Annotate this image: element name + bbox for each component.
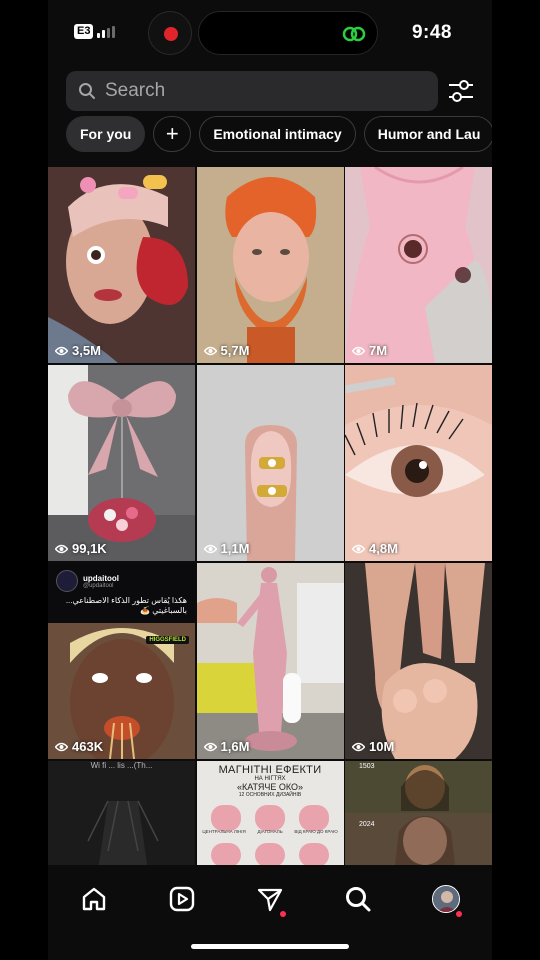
carrier-badge: E3 <box>74 24 94 39</box>
chip-humor[interactable]: Humor and Lau <box>363 116 492 152</box>
view-count-label: 463K <box>72 739 104 754</box>
grid-tile[interactable]: МАГНІТНІ ЕФЕКТИ НА НІГТЯХ «КАТЯЧЕ ОКО» 1… <box>196 761 344 865</box>
grid-tile[interactable]: Wi fi ... lis ...(Th... <box>48 761 195 865</box>
view-count: 4,8M <box>352 541 398 556</box>
threads-icon <box>342 26 366 42</box>
grid-tile[interactable]: 4,8M <box>345 365 492 561</box>
year-label: 1503 <box>359 763 375 770</box>
view-count: 1,6M <box>203 739 250 754</box>
view-count: 3,5M <box>55 343 101 358</box>
search-icon <box>346 887 371 912</box>
view-count-label: 1,6M <box>220 739 250 754</box>
send-icon <box>257 888 283 912</box>
filter-button[interactable] <box>444 74 478 108</box>
chip-for-you[interactable]: For you <box>66 116 146 152</box>
grid-tile[interactable]: updaitool @updaitool هكذا يُقاس تطور الذ… <box>48 563 195 759</box>
thumbnail-image <box>345 365 492 561</box>
add-topic-button[interactable]: + <box>153 116 192 152</box>
eye-icon <box>55 346 68 355</box>
thumbnail-image <box>48 365 195 561</box>
search-icon <box>79 83 95 99</box>
infographic-label: ВІД КРАЮ ДО КРАЮ <box>294 829 338 834</box>
thumbnail-image <box>345 167 492 363</box>
nav-reels[interactable] <box>162 879 202 919</box>
view-count-label: 99,1K <box>72 541 107 556</box>
sliders-icon <box>449 80 473 102</box>
grid-tile[interactable]: 10M <box>345 563 492 759</box>
avatar <box>432 885 460 913</box>
notification-dot <box>280 911 286 917</box>
thumbnail-image <box>48 761 195 865</box>
avatar <box>56 570 78 592</box>
view-count-label: 7M <box>369 343 388 358</box>
grid-tile[interactable]: 99,1K <box>48 365 195 561</box>
topic-chips: For you + Emotional intimacy Humor and L… <box>66 116 492 152</box>
thumbnail-image <box>196 365 344 561</box>
eye-icon <box>352 346 365 355</box>
search-input[interactable] <box>105 80 405 102</box>
eye-icon <box>352 544 365 553</box>
grid-tile[interactable]: 7M <box>345 167 492 363</box>
view-count: 463K <box>55 739 103 754</box>
screen-recording-icon[interactable] <box>148 11 192 55</box>
eye-icon <box>203 346 217 355</box>
bottom-nav <box>48 866 492 960</box>
view-count: 7M <box>352 343 387 358</box>
explore-grid: 3,5M 5,7M 7M 99,1K 1,1M 4,8M updaitool @… <box>48 167 492 865</box>
eye-icon <box>203 742 217 751</box>
view-count: 10M <box>352 739 394 754</box>
carrier-indicator: E3 <box>74 24 116 39</box>
phone-screen: E3 9:48 For you + <box>48 0 492 960</box>
signal-icon <box>97 25 116 38</box>
thumbnail-image <box>196 167 344 363</box>
view-count-label: 10M <box>369 739 395 754</box>
infographic-label: ДІАГОНАЛЬ <box>257 829 283 834</box>
view-count: 5,7M <box>203 343 250 358</box>
grid-tile[interactable]: 1503 2024 <box>345 761 492 865</box>
grid-tile[interactable]: 1,6M <box>196 563 344 759</box>
nav-messages[interactable] <box>250 879 290 919</box>
post-text: هكذا يُقاس تطور الذكاء الاصطناعي... بالس… <box>65 596 187 615</box>
post-tag: HIGGSFIELD <box>146 636 189 644</box>
eye-icon <box>55 742 68 751</box>
post-handle: @updaitool <box>83 582 114 589</box>
grid-tile[interactable]: 5,7M <box>196 167 344 363</box>
video-caption: Wi fi ... lis ...(Th... <box>90 761 153 770</box>
view-count-label: 1,1M <box>220 541 250 556</box>
thumbnail-image <box>196 563 344 759</box>
dynamic-island <box>198 11 378 55</box>
clock: 9:48 <box>411 22 452 43</box>
infographic-label: ЦЕНТРАЛЬНА ЛІНІЯ <box>202 829 246 834</box>
status-bar: E3 9:48 <box>48 0 492 66</box>
chip-emotional-intimacy[interactable]: Emotional intimacy <box>199 116 356 152</box>
thumbnail-image <box>48 167 195 363</box>
nav-profile[interactable] <box>426 879 466 919</box>
view-count-label: 5,7M <box>220 343 250 358</box>
nail-samples <box>210 805 329 865</box>
notification-dot <box>456 911 462 917</box>
home-indicator[interactable] <box>191 944 349 949</box>
eye-icon <box>352 742 365 751</box>
view-count: 99,1K <box>55 541 107 556</box>
nav-search[interactable] <box>338 879 378 919</box>
thumbnail-image <box>345 563 492 759</box>
year-label: 2024 <box>359 821 375 828</box>
thumbnail-image <box>345 761 492 865</box>
eye-icon <box>203 544 217 553</box>
view-count-label: 4,8M <box>369 541 398 556</box>
post-overlay: updaitool @updaitool هكذا يُقاس تطور الذ… <box>48 563 195 623</box>
search-bar[interactable] <box>66 71 438 111</box>
eye-icon <box>55 544 68 553</box>
view-count-label: 3,5M <box>72 343 101 358</box>
view-count: 1,1M <box>203 541 250 556</box>
home-icon <box>82 887 106 911</box>
nav-home[interactable] <box>74 879 114 919</box>
post-author: updaitool <box>83 573 119 583</box>
reels-icon <box>169 886 195 912</box>
grid-tile[interactable]: 3,5M <box>48 167 195 363</box>
grid-tile[interactable]: 1,1M <box>196 365 344 561</box>
